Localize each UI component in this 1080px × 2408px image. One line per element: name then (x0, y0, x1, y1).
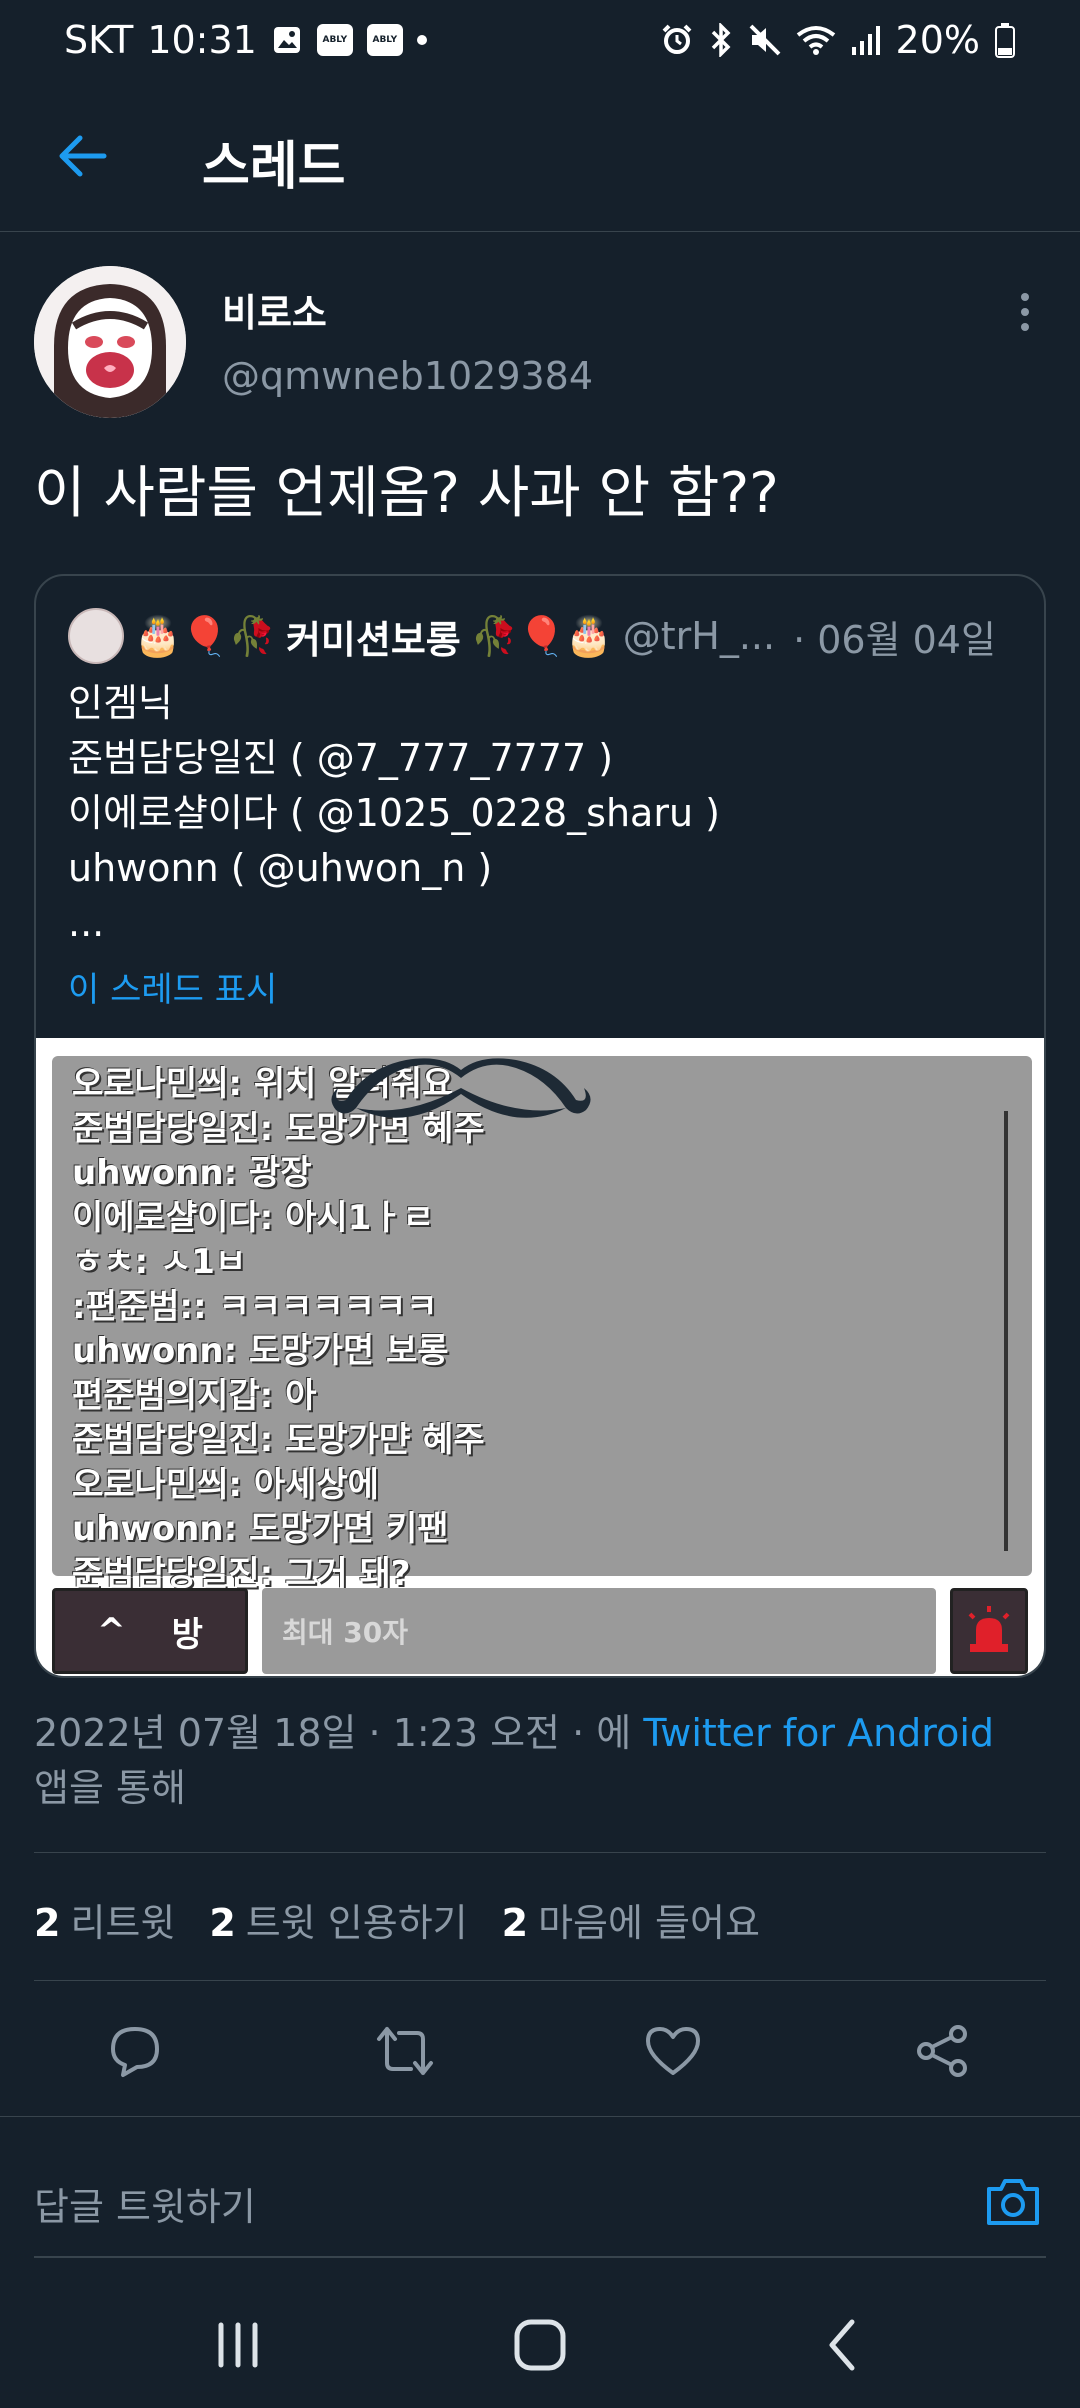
tweet-timestamp: 2022년 07월 18일 · 1:23 오전 · 에 Twitter for … (34, 1706, 1046, 1816)
reply-bar: 답글 트윗하기 (0, 2132, 1080, 2272)
quoted-line: ... (68, 901, 105, 945)
chat-line: 편준범의지갑: 아 (72, 1375, 317, 1416)
signal-icon (850, 23, 882, 57)
quoted-tweet-card[interactable]: 🎂🎈🥀 커미션보롱 🥀🎈🎂 @trH_... · 06월 04일 인겜닉 준범담… (34, 574, 1046, 1678)
reply-icon (111, 2027, 159, 2077)
divider (34, 1980, 1046, 1981)
chat-line: uhwonn: 광장 (72, 1153, 312, 1193)
retweets-stat[interactable]: 2 리트윗 (34, 1892, 175, 1947)
quoted-emoji-suffix: 🥀🎈🎂 (470, 613, 613, 658)
chat-log: 오로나민씌: 위치 알려줘요 준범담당일진: 도망가면 혜주 uhwonn: 광… (72, 1062, 485, 1596)
chat-line: 오로나민씌: 아세상에 (72, 1464, 379, 1505)
more-vertical-icon (1021, 293, 1029, 331)
chat-room-arrow: ^ (97, 1611, 126, 1651)
retweet-icon (377, 2027, 433, 2075)
status-bar: SKT 10:31 ABLY ABLY 20% (0, 0, 1080, 80)
wifi-icon (796, 23, 836, 57)
quoted-author-name: 커미션보롱 (285, 617, 461, 662)
heart-icon (646, 2027, 700, 2075)
bluetooth-icon (708, 23, 734, 57)
reply-button[interactable] (102, 2018, 168, 2084)
quoted-image[interactable]: 오로나민씌: 위치 알려줘요 준범담당일진: 도망가면 혜주 uhwonn: 광… (36, 1038, 1044, 1676)
chat-line: 준범담당일진: 도망가먄 혜주 (72, 1420, 485, 1460)
divider (34, 1852, 1046, 1853)
retweets-count: 2 (34, 1901, 61, 1945)
mute-icon (748, 23, 782, 57)
system-back-button[interactable] (802, 2312, 882, 2378)
quotes-stat[interactable]: 2 트윗 인용하기 (209, 1892, 467, 1947)
likes-label: 마음에 들어요 (538, 1901, 760, 1945)
gallery-icon (271, 24, 303, 56)
chat-alarm-button (950, 1588, 1028, 1674)
share-icon (917, 2025, 967, 2077)
quoted-emoji-prefix: 🎂🎈🥀 (134, 613, 276, 658)
retweet-button[interactable] (372, 2018, 438, 2084)
author-handle[interactable]: @qmwneb1029384 (222, 354, 593, 398)
chat-room-label: 방 (171, 1614, 203, 1655)
tweet-source-link[interactable]: Twitter for Android (643, 1711, 994, 1755)
home-button[interactable] (500, 2312, 580, 2378)
show-thread-link[interactable]: 이 스레드 표시 (68, 962, 277, 1011)
quotes-count: 2 (209, 1901, 236, 1945)
clock: 10:31 (147, 18, 257, 62)
back-button[interactable] (52, 126, 112, 186)
system-nav-bar (0, 2272, 1080, 2408)
quoted-line: 인겜닉 (68, 681, 173, 725)
alarm-icon (660, 23, 694, 57)
app-header: 스레드 (0, 80, 1080, 232)
battery-icon (994, 22, 1016, 58)
timestamp-text: 2022년 07월 18일 · 1:23 오전 · 에 (34, 1711, 632, 1755)
chat-line: ㅎㅊ: ㅅ1ㅂ (72, 1242, 247, 1282)
quoted-tweet-text: 인겜닉 준범담당일진 ( @7_777_7777 ) 이에로샬이다 ( @102… (68, 676, 720, 951)
more-options-button[interactable] (1010, 290, 1040, 334)
quoted-tweet-header: 🎂🎈🥀 커미션보롱 🥀🎈🎂 @trH_... · 06월 04일 (68, 606, 996, 666)
quoted-line: 준범담당일진 ( @7_777_7777 ) (68, 736, 614, 780)
notification-dot-icon (416, 35, 427, 45)
quoted-author-avatar (68, 608, 124, 664)
camera-icon (987, 2179, 1039, 2225)
reply-underline (34, 2256, 1046, 2258)
tweet-actions (0, 2004, 1080, 2100)
camera-button[interactable] (980, 2172, 1046, 2232)
mustache-sticker-icon (331, 1058, 591, 1118)
battery-percent: 20% (895, 18, 980, 62)
system-back-icon (829, 2319, 855, 2371)
share-button[interactable] (910, 2018, 976, 2084)
likes-count: 2 (501, 1901, 529, 1945)
siren-icon (968, 1606, 1010, 1652)
chat-input-field: 최대 30자 (262, 1588, 936, 1674)
source-suffix: 앱을 통해 (34, 1766, 186, 1810)
section-divider (0, 2116, 1080, 2132)
quoted-line: 이에로샬이다 ( @1025_0228_sharu ) (68, 791, 720, 835)
page-title: 스레드 (202, 137, 346, 197)
carrier-label: SKT (64, 18, 134, 62)
chat-line: 이에로샬이다: 아시1ㅏㄹ (72, 1197, 434, 1238)
quoted-author-handle: @trH_... (622, 614, 776, 658)
likes-stat[interactable]: 2 마음에 들어요 (502, 1892, 760, 1947)
avatar-illustration-icon (34, 266, 186, 418)
retweets-label: 리트윗 (70, 1901, 176, 1945)
engagement-stats: 2 리트윗 2 트윗 인용하기 2 마음에 들어요 (34, 1892, 760, 1947)
quoted-line: uhwonn ( @uhwon_n ) (68, 846, 493, 890)
back-arrow-icon (59, 135, 107, 177)
chat-room-button: ^ 방 (52, 1588, 248, 1674)
like-button[interactable] (640, 2018, 706, 2084)
tweet-text: 이 사람들 언제옴? 사과 안 함?? (34, 461, 779, 526)
recent-apps-icon (218, 2322, 258, 2368)
quoted-date: · 06월 04일 (793, 617, 996, 662)
recent-apps-button[interactable] (198, 2312, 278, 2378)
chat-scrollbar (1004, 1111, 1008, 1551)
ably-app-icon: ABLY (366, 24, 403, 56)
chat-line: :편준범:: ㅋㅋㅋㅋㅋㅋㅋ (72, 1286, 438, 1327)
ably-app-icon: ABLY (316, 24, 353, 56)
quotes-label: 트윗 인용하기 (245, 1901, 468, 1945)
author-name[interactable]: 비로소 (222, 282, 327, 337)
reply-input[interactable]: 답글 트윗하기 (34, 2176, 256, 2231)
chat-line: uhwonn: 도망가면 보롱 (72, 1331, 449, 1371)
chat-line: uhwonn: 도망가면 키팬 (72, 1509, 449, 1549)
home-icon (514, 2319, 566, 2371)
author-avatar[interactable] (34, 266, 186, 418)
